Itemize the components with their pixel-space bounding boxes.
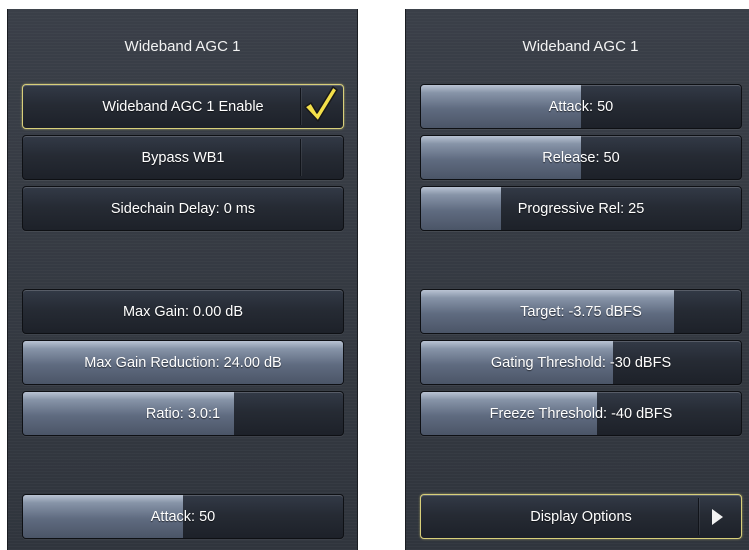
button-label: Display Options [530,508,632,525]
button-divider [300,139,301,176]
sidechain-delay-button[interactable]: Sidechain Delay: 0 ms [22,186,344,231]
attack-slider[interactable]: Attack: 50 [420,84,742,129]
button-label: Ratio: 3.0:1 [145,405,221,422]
button-label: Release: 50 [542,149,620,166]
button-label: Freeze Threshold: -40 dBFS [489,405,673,422]
button-label: Max Gain Reduction: 24.00 dB [84,354,282,371]
ratio-slider[interactable]: Ratio: 3.0:1 [22,391,344,436]
button-label: Wideband AGC 1 Enable [102,98,264,115]
wideband-agc-enable-button[interactable]: Wideband AGC 1 Enable [22,84,344,129]
max-gain-reduction-slider[interactable]: Max Gain Reduction: 24.00 dB [22,340,344,385]
bypass-wb1-button[interactable]: Bypass WB1 [22,135,344,180]
display-options-button[interactable]: Display Options [420,494,742,539]
left-panel: Wideband AGC 1 Wideband AGC 1 Enable Byp… [7,9,358,550]
release-slider[interactable]: Release: 50 [420,135,742,180]
panel-title: Wideband AGC 1 [522,38,639,55]
button-label: Target: -3.75 dBFS [520,303,642,320]
progressive-rel-slider[interactable]: Progressive Rel: 25 [420,186,742,231]
target-slider[interactable]: Target: -3.75 dBFS [420,289,742,334]
arrow-right-icon [712,509,723,525]
button-label: Bypass WB1 [141,149,225,166]
right-panel: Wideband AGC 1 Attack: 50 Release: 50 Pr… [405,9,749,550]
gating-threshold-slider[interactable]: Gating Threshold: -30 dBFS [420,340,742,385]
button-label: Attack: 50 [150,508,216,525]
button-label: Attack: 50 [548,98,614,115]
button-label: Sidechain Delay: 0 ms [110,200,256,217]
panel-title: Wideband AGC 1 [124,38,241,55]
attack-slider[interactable]: Attack: 50 [22,494,344,539]
max-gain-button[interactable]: Max Gain: 0.00 dB [22,289,344,334]
button-label: Gating Threshold: -30 dBFS [490,354,672,371]
checkmark-icon [304,86,338,122]
freeze-threshold-slider[interactable]: Freeze Threshold: -40 dBFS [420,391,742,436]
button-label: Progressive Rel: 25 [517,200,645,217]
button-divider [698,498,699,535]
button-label: Max Gain: 0.00 dB [122,303,244,320]
